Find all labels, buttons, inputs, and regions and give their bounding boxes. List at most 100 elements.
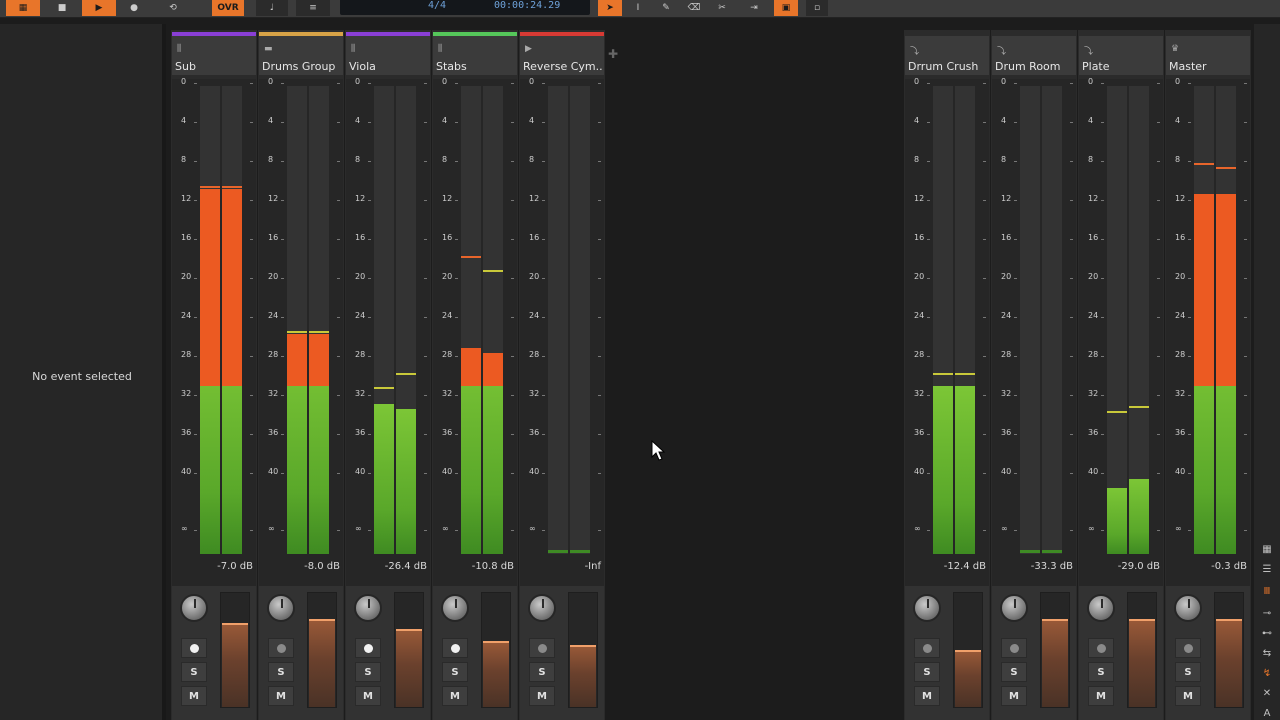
pan-knob[interactable]	[1000, 594, 1028, 622]
volume-fader-handle[interactable]	[1129, 619, 1155, 622]
close-icon[interactable]: ✕	[1258, 688, 1276, 702]
groove-icon[interactable]: ≡	[296, 0, 330, 16]
volume-fader-handle[interactable]	[483, 640, 509, 643]
record-arm-button[interactable]	[529, 638, 555, 658]
playback-position[interactable]: 00:00:24.29	[494, 0, 560, 11]
pan-knob[interactable]	[180, 594, 208, 622]
metronome-icon[interactable]: ♩	[256, 0, 288, 16]
mute-button[interactable]: M	[1001, 686, 1027, 706]
meter-scale-tick	[927, 356, 930, 357]
solo-button[interactable]: S	[1175, 662, 1201, 682]
track-name: Sub	[175, 60, 196, 73]
mute-button[interactable]: M	[529, 686, 555, 706]
track-header[interactable]: ♛ Master	[1166, 36, 1250, 75]
meter-scale-tick	[368, 434, 371, 435]
record-arm-button[interactable]	[268, 638, 294, 658]
volume-fader[interactable]	[1040, 592, 1070, 708]
record-arm-button[interactable]	[355, 638, 381, 658]
meter-scale-tick	[1244, 278, 1247, 279]
record-arm-button[interactable]	[442, 638, 468, 658]
volume-fader[interactable]	[1214, 592, 1244, 708]
volume-fader[interactable]	[220, 592, 250, 708]
volume-fader[interactable]	[394, 592, 424, 708]
pan-knob[interactable]	[1087, 594, 1115, 622]
volume-fader[interactable]	[1127, 592, 1157, 708]
pan-knob[interactable]	[528, 594, 556, 622]
routing-icon[interactable]: ⇆	[1258, 648, 1276, 662]
volume-fader-handle[interactable]	[570, 645, 596, 648]
volume-fader-handle[interactable]	[396, 629, 422, 632]
sends-icon[interactable]: ⊸	[1258, 608, 1276, 622]
record-arm-button[interactable]	[914, 638, 940, 658]
track-header[interactable]: ⫼ Viola	[346, 36, 430, 75]
record-arm-icon	[537, 643, 547, 653]
solo-button[interactable]: S	[1001, 662, 1027, 682]
mute-button[interactable]: M	[442, 686, 468, 706]
pan-knob[interactable]	[1174, 594, 1202, 622]
volume-fader[interactable]	[307, 592, 337, 708]
grid-menu-icon[interactable]: ▦	[6, 0, 40, 16]
volume-fader[interactable]	[953, 592, 983, 708]
grid-snap-icon[interactable]: ▣	[774, 0, 798, 16]
record-arm-button[interactable]	[1001, 638, 1027, 658]
play-button[interactable]: ▶	[82, 0, 116, 16]
mute-button[interactable]: M	[355, 686, 381, 706]
track-header[interactable]: ⤵ Drum Room	[992, 36, 1076, 75]
pen-tool-icon[interactable]: ✎	[656, 0, 676, 16]
solo-button[interactable]: S	[181, 662, 207, 682]
snap-icon[interactable]: ⇥	[742, 0, 766, 16]
volume-fader[interactable]	[481, 592, 511, 708]
time-signature[interactable]: 4/4	[428, 0, 446, 11]
automation-write-icon[interactable]: ⟲	[158, 0, 188, 16]
device-icon[interactable]: ⊷	[1258, 628, 1276, 642]
volume-fader-handle[interactable]	[222, 622, 248, 625]
meter-scale-label: ∞	[1001, 524, 1008, 533]
text-size-icon[interactable]: A	[1258, 708, 1276, 720]
effect-tracks-icon[interactable]: ↯	[1258, 668, 1276, 682]
track-header[interactable]: ⫼ Sub	[172, 36, 256, 75]
pan-knob[interactable]	[267, 594, 295, 622]
solo-button[interactable]: S	[268, 662, 294, 682]
time-selection-tool-icon[interactable]: I	[628, 0, 648, 16]
meter-scale-tick	[455, 395, 458, 396]
solo-button[interactable]: S	[1088, 662, 1114, 682]
add-track-icon[interactable]: ✚	[608, 47, 618, 61]
mute-button[interactable]: M	[1175, 686, 1201, 706]
meter-scale-label: 0	[268, 77, 274, 86]
adaptive-grid-icon[interactable]: ▫	[806, 0, 828, 16]
pointer-tool-icon[interactable]: ➤	[598, 0, 622, 16]
track-header[interactable]: ▶ Reverse Cym...	[520, 36, 604, 75]
solo-button[interactable]: S	[914, 662, 940, 682]
mute-button[interactable]: M	[268, 686, 294, 706]
solo-button[interactable]: S	[442, 662, 468, 682]
overdub-button[interactable]: OVR	[212, 0, 244, 16]
record-arm-button[interactable]	[1175, 638, 1201, 658]
track-header[interactable]: ⤵ Drrum Crush	[905, 36, 989, 75]
record-button[interactable]: ●	[126, 0, 142, 16]
meter-level-green	[396, 408, 416, 554]
volume-fader[interactable]	[568, 592, 598, 708]
mute-button[interactable]: M	[181, 686, 207, 706]
solo-button[interactable]: S	[355, 662, 381, 682]
pan-knob[interactable]	[354, 594, 382, 622]
pan-knob[interactable]	[913, 594, 941, 622]
list-view-icon[interactable]: ☰	[1258, 564, 1276, 578]
record-arm-button[interactable]	[181, 638, 207, 658]
track-header[interactable]: ⫼ Stabs	[433, 36, 517, 75]
eraser-tool-icon[interactable]: ⌫	[684, 0, 704, 16]
mixer-panel-icon[interactable]: Ⅲ	[1258, 586, 1276, 600]
mute-button[interactable]: M	[914, 686, 940, 706]
volume-fader-handle[interactable]	[955, 650, 981, 652]
solo-button[interactable]: S	[529, 662, 555, 682]
volume-fader-handle[interactable]	[309, 619, 335, 622]
stop-button[interactable]: ■	[54, 0, 70, 16]
record-arm-button[interactable]	[1088, 638, 1114, 658]
mute-button[interactable]: M	[1088, 686, 1114, 706]
volume-fader-handle[interactable]	[1216, 619, 1242, 622]
pan-knob[interactable]	[441, 594, 469, 622]
volume-fader-handle[interactable]	[1042, 619, 1068, 622]
track-header[interactable]: ⤵ Plate	[1079, 36, 1163, 75]
mixer-view-icon[interactable]: ▦	[1258, 544, 1276, 558]
knife-tool-icon[interactable]: ✂	[712, 0, 732, 16]
track-header[interactable]: ▬ Drums Group	[259, 36, 343, 75]
